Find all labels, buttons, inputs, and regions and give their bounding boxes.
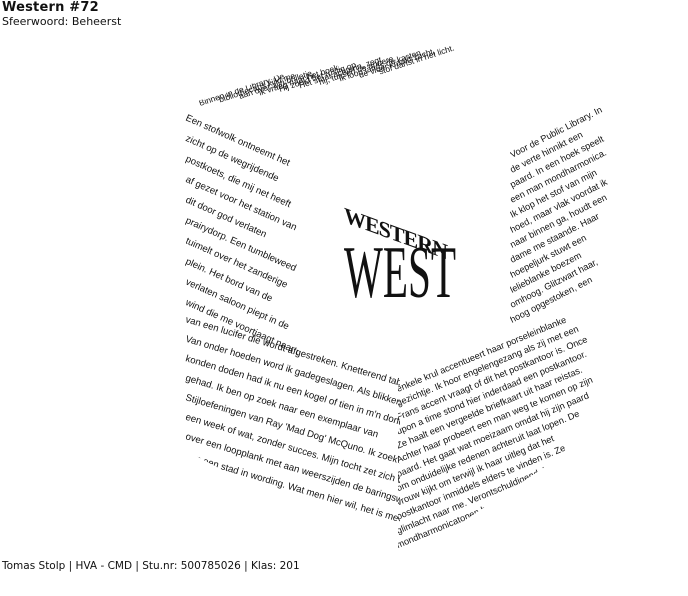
logo-word-main: WEST: [344, 232, 456, 314]
right-face-lower-text: enkele krul accentueert haar porseleinbl…: [398, 315, 599, 550]
left-face-lower-text: van een lucifer die wordt afgestreken. K…: [185, 314, 400, 529]
top-face-text: Binnen in de Library. Debibliothecaris k…: [198, 43, 456, 108]
typographic-cube: Een stofwolk ontneemt hetzicht op de weg…: [185, 43, 609, 550]
footer-credit: Tomas Stolp | HVA - CMD | Stu.nr: 500785…: [2, 560, 300, 572]
western-logo: WESTERN WEST: [344, 203, 456, 314]
right-face-upper-text: Voor de Public Library. Inde verte hinni…: [510, 105, 609, 325]
